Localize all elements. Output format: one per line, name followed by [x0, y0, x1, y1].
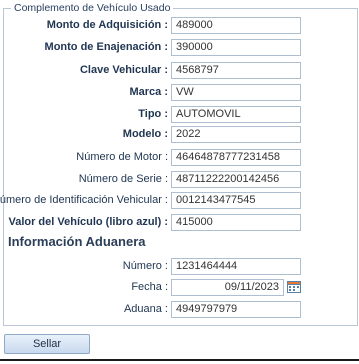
row-marca: Marca : VW — [0, 84, 359, 101]
row-numero-motor: Número de Motor : 46464878777231458 — [0, 149, 359, 166]
label-marca: Marca : — [129, 86, 168, 98]
label-numero-serie: Número de Serie : — [78, 173, 168, 185]
numero-pedimento-input[interactable]: 1231464444 — [171, 258, 301, 275]
label-numero-motor: Número de Motor : — [76, 151, 168, 163]
row-fecha: Fecha : 09/11/2023 — [0, 279, 359, 296]
marca-input[interactable]: VW — [171, 84, 301, 101]
label-valor-vehiculo: Valor del Vehículo (libro azul) : — [8, 216, 168, 228]
aduana-input[interactable]: 4949797979 — [171, 301, 301, 318]
valor-vehiculo-input[interactable]: 415000 — [171, 214, 301, 231]
numero-motor-input[interactable]: 46464878777231458 — [171, 149, 301, 166]
row-numero-aduana: Número : 1231464444 — [0, 258, 359, 275]
row-monto-adquisicion: Monto de Adquisición : 489000 — [0, 17, 359, 34]
label-numero-identificacion: Número de Identificación Vehicular : — [0, 194, 168, 206]
row-aduana: Aduana : 4949797979 — [0, 301, 359, 318]
label-clave-vehicular: Clave Vehicular : — [79, 64, 168, 76]
bottom-divider — [0, 359, 359, 361]
row-numero-identificacion: Número de Identificación Vehicular : 001… — [0, 192, 359, 209]
tipo-input[interactable]: AUTOMOVIL — [171, 106, 301, 123]
label-monto-adquisicion: Monto de Adquisición : — [46, 19, 168, 31]
row-monto-enajenacion: Monto de Enajenación : 390000 — [0, 39, 359, 56]
label-numero: Número : — [122, 260, 168, 272]
numero-identificacion-input[interactable]: 0012143477545 — [171, 192, 301, 209]
clave-vehicular-input[interactable]: 4568797 — [171, 62, 301, 79]
row-valor-vehiculo: Valor del Vehículo (libro azul) : 415000 — [0, 214, 359, 231]
label-fecha: Fecha : — [131, 281, 168, 293]
row-clave-vehicular: Clave Vehicular : 4568797 — [0, 62, 359, 79]
label-modelo: Modelo : — [122, 128, 168, 140]
monto-enajenacion-input[interactable]: 390000 — [171, 39, 301, 56]
label-tipo: Tipo : — [138, 108, 168, 120]
fieldset-legend: Complemento de Vehículo Usado — [11, 2, 174, 14]
fecha-input[interactable]: 09/11/2023 — [171, 279, 284, 296]
modelo-input[interactable]: 2022 — [171, 126, 301, 143]
customs-section-title: Información Aduanera — [8, 234, 146, 249]
row-numero-serie: Número de Serie : 48711222200142456 — [0, 171, 359, 188]
label-monto-enajenacion: Monto de Enajenación : — [44, 41, 168, 53]
monto-adquisicion-input[interactable]: 489000 — [171, 17, 301, 34]
row-modelo: Modelo : 2022 — [0, 126, 359, 143]
numero-serie-input[interactable]: 48711222200142456 — [171, 171, 301, 188]
calendar-icon[interactable] — [287, 280, 301, 293]
label-aduana: Aduana : — [123, 303, 168, 315]
sellar-button[interactable]: Sellar — [4, 334, 90, 354]
row-tipo: Tipo : AUTOMOVIL — [0, 106, 359, 123]
